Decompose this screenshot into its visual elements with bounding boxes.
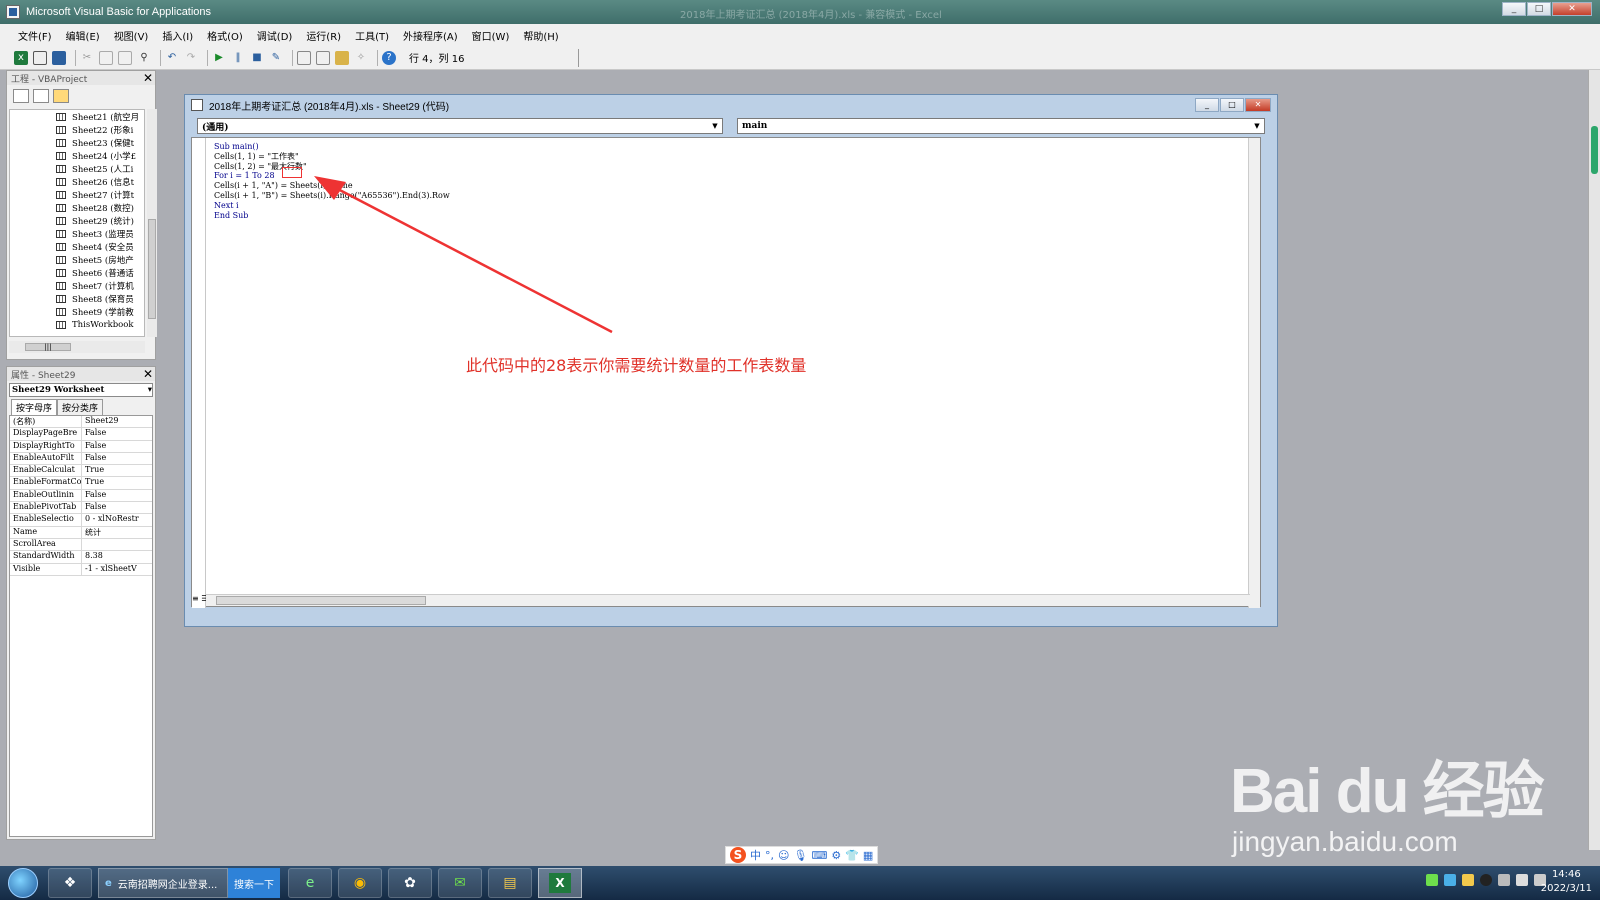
wechat-tray-icon[interactable] — [1426, 874, 1438, 886]
ie-icon: e — [105, 877, 112, 889]
annotation-text: 此代码中的28表示你需要统计数量的工作表数量 — [466, 356, 807, 375]
start-button[interactable] — [8, 868, 38, 898]
volume-tray-icon[interactable] — [1516, 874, 1528, 886]
keyboard-icon[interactable]: ⌨ — [811, 849, 827, 862]
right-scrollbar[interactable] — [1588, 70, 1600, 850]
clock-time: 14:46 — [1551, 869, 1581, 880]
tools-icon[interactable]: ⚙ — [831, 849, 841, 862]
baidu-watermark-url: jingyan.baidu.com — [1232, 826, 1458, 857]
microphone-icon[interactable]: 🎙 — [793, 849, 807, 862]
skin-icon[interactable]: 👕 — [845, 849, 859, 862]
butterfly-app-icon[interactable]: ❖ — [48, 868, 92, 898]
qq-tray-icon[interactable] — [1480, 874, 1492, 886]
display-tray-icon[interactable] — [1498, 874, 1510, 886]
scroll-indicator — [1591, 126, 1598, 174]
ie-task-label: 云南招聘网企业登录... — [117, 879, 218, 891]
ie-green-icon[interactable]: e — [288, 868, 332, 898]
ie-task-button[interactable]: e 云南招聘网企业登录... — [98, 868, 228, 898]
sogou-icon[interactable]: S — [730, 847, 746, 863]
security-tray-icon[interactable] — [1462, 874, 1474, 886]
search-button[interactable]: 搜索一下 — [228, 868, 280, 898]
baidu-watermark-logo: Bai du 经验 — [1230, 757, 1545, 826]
excel-icon: X — [549, 873, 571, 893]
ime-toolbar: S 中 °, ☺ 🎙 ⌨ ⚙ 👕 ▦ — [725, 846, 879, 864]
emoji-icon[interactable]: ☺ — [778, 849, 789, 862]
network-tray-icon[interactable] — [1444, 874, 1456, 886]
file-explorer-icon[interactable]: ▤ — [488, 868, 532, 898]
ime-mode[interactable]: 中 — [750, 847, 761, 863]
clock[interactable]: 14:46 2022/3/11 — [1541, 868, 1592, 896]
system-tray — [1426, 874, 1546, 886]
grid-icon[interactable]: ▦ — [863, 849, 873, 862]
taskbar: ❖ e 云南招聘网企业登录... 搜索一下 e ◉ ✿ ✉ ▤ X 14:46 2… — [0, 866, 1600, 900]
sticker-app-icon[interactable]: ✿ — [388, 868, 432, 898]
wechat-icon[interactable]: ✉ — [438, 868, 482, 898]
punctuation-icon[interactable]: °, — [765, 849, 774, 862]
clock-date: 2022/3/11 — [1540, 883, 1592, 894]
excel-task-button[interactable]: X — [538, 868, 582, 898]
chrome-icon[interactable]: ◉ — [338, 868, 382, 898]
